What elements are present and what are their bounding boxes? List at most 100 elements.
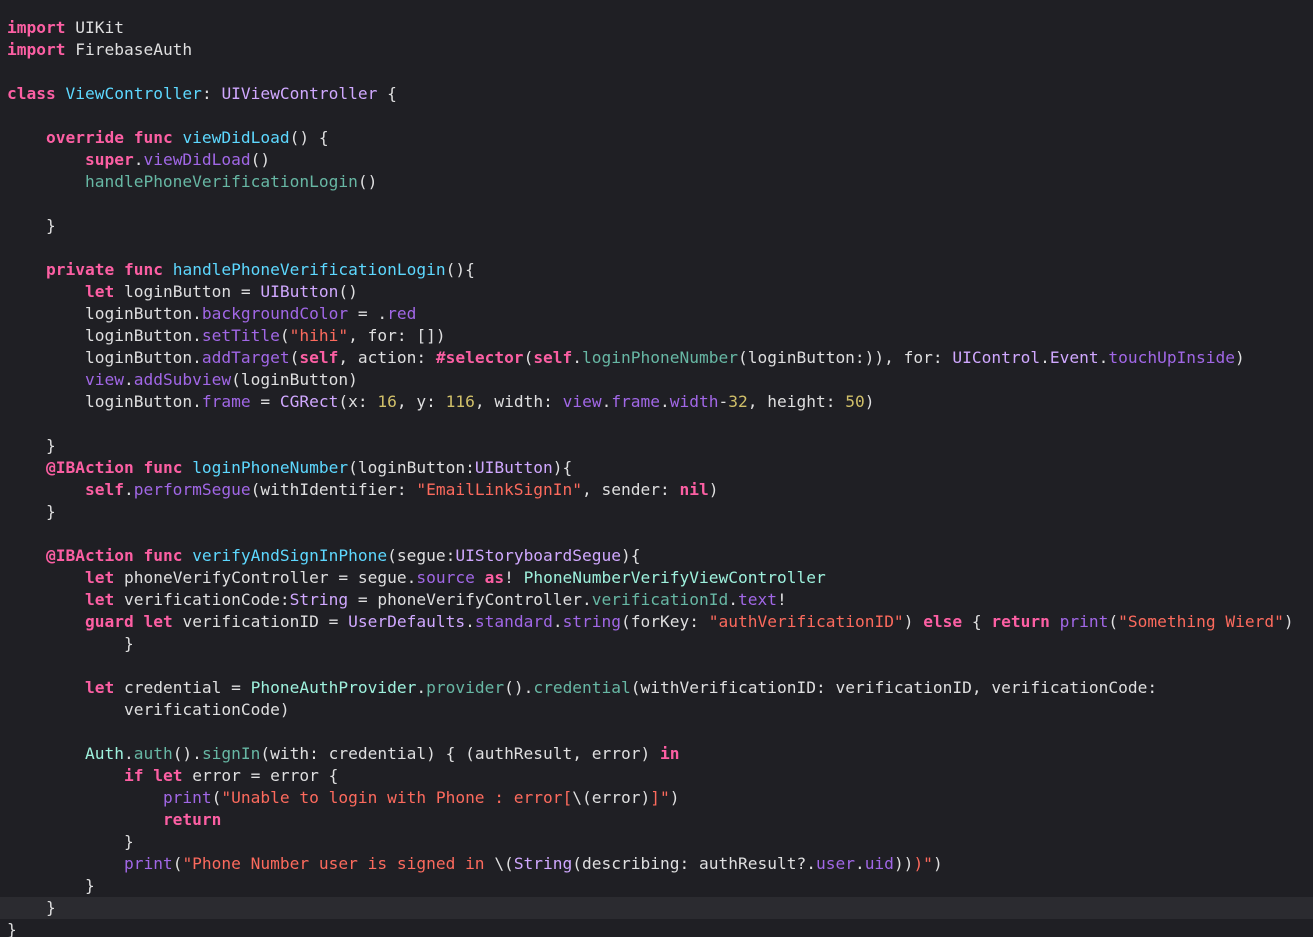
code-line[interactable]: override func viewDidLoad() { xyxy=(0,127,1313,149)
code-line[interactable]: print("Unable to login with Phone : erro… xyxy=(0,787,1313,809)
code-token-kw: let xyxy=(143,612,173,631)
code-token-plain: (withIdentifier: xyxy=(250,480,417,499)
code-token-func: addTarget xyxy=(201,348,290,367)
code-line[interactable]: loginButton.addTarget(self, action: #sel… xyxy=(0,347,1313,369)
code-line[interactable] xyxy=(0,61,1313,83)
code-line[interactable]: import UIKit xyxy=(0,17,1313,39)
code-line[interactable]: } xyxy=(0,831,1313,853)
code-token-kw: return xyxy=(991,612,1050,631)
code-token-plain: } xyxy=(7,898,56,917)
code-line[interactable]: } xyxy=(0,633,1313,655)
code-token-plain: (withVerificationID: verificationID, ver… xyxy=(630,678,1158,697)
code-token-kw: #selector xyxy=(435,348,524,367)
code-token-func: frame xyxy=(611,392,661,411)
code-line[interactable] xyxy=(0,655,1313,677)
code-token-plain: ) xyxy=(1235,348,1245,367)
code-token-kw: return xyxy=(162,810,222,829)
code-token-kw: nil xyxy=(679,480,709,499)
code-line[interactable]: loginButton.setTitle("hihi", for: []) xyxy=(0,325,1313,347)
code-line[interactable] xyxy=(0,193,1313,215)
code-line[interactable]: class ViewController: UIViewController { xyxy=(0,83,1313,105)
code-token-plain: () xyxy=(357,172,378,191)
code-token-kw: self xyxy=(533,348,573,367)
code-token-plain: () { xyxy=(289,128,329,147)
code-line[interactable]: guard let verificationID = UserDefaults.… xyxy=(0,611,1313,633)
code-line[interactable]: @IBAction func verifyAndSignInPhone(segu… xyxy=(0,545,1313,567)
code-token-kw: override xyxy=(45,128,124,147)
code-token-plain: } xyxy=(7,920,17,937)
code-token-plain: . xyxy=(123,480,134,499)
code-token-func: performSegue xyxy=(133,480,251,499)
code-token-plain: ! xyxy=(776,590,787,609)
code-token-plain: { xyxy=(962,612,992,631)
code-token-plain: - xyxy=(718,392,729,411)
code-token-plain: credential = xyxy=(114,678,251,697)
code-token-func: uid xyxy=(864,854,894,873)
code-line[interactable]: let loginButton = UIButton() xyxy=(0,281,1313,303)
code-token-func: text xyxy=(738,590,777,609)
code-token-projm: loginPhoneNumber xyxy=(582,348,738,367)
code-line[interactable]: super.viewDidLoad() xyxy=(0,149,1313,171)
code-editor[interactable]: import UIKit import FirebaseAuth class Vie… xyxy=(0,0,1313,937)
code-token-plain: } xyxy=(7,216,56,235)
code-token-plain: (describing: authResult?. xyxy=(572,854,816,873)
code-token-plain: ( xyxy=(172,854,183,873)
code-token-plain: (with: credential) { (authResult, error) xyxy=(260,744,660,763)
code-line[interactable]: loginButton.frame = CGRect(x: 16, y: 116… xyxy=(0,391,1313,413)
code-line[interactable]: print("Phone Number user is signed in \(… xyxy=(0,853,1313,875)
code-token-func: addSubview xyxy=(133,370,232,389)
code-token-plain: ( xyxy=(1108,612,1119,631)
code-line[interactable]: view.addSubview(loginButton) xyxy=(0,369,1313,391)
code-line[interactable]: } xyxy=(0,875,1313,897)
code-line[interactable] xyxy=(0,237,1313,259)
code-line[interactable] xyxy=(0,523,1313,545)
code-line[interactable]: } xyxy=(0,919,1313,937)
code-token-type: UserDefaults xyxy=(348,612,466,631)
code-line[interactable]: } xyxy=(0,215,1313,237)
code-token-plain: (forKey: xyxy=(621,612,709,631)
code-line[interactable]: private func handlePhoneVerificationLogi… xyxy=(0,259,1313,281)
code-line[interactable]: verificationCode) xyxy=(0,699,1313,721)
code-token-plain: loginButton. xyxy=(7,392,202,411)
code-token-plain: (segue: xyxy=(387,546,456,565)
code-line[interactable]: import FirebaseAuth xyxy=(0,39,1313,61)
code-line[interactable]: loginButton.backgroundColor = .red xyxy=(0,303,1313,325)
code-line[interactable]: @IBAction func loginPhoneNumber(loginBut… xyxy=(0,457,1313,479)
code-token-plain: (). xyxy=(172,744,202,763)
code-line[interactable]: } xyxy=(0,435,1313,457)
code-token-plain: . xyxy=(123,370,134,389)
code-token-func: view xyxy=(84,370,124,389)
code-line[interactable]: handlePhoneVerificationLogin() xyxy=(0,171,1313,193)
code-line[interactable] xyxy=(0,413,1313,435)
code-token-plain: } xyxy=(7,876,95,895)
code-line[interactable]: } xyxy=(0,501,1313,523)
code-line[interactable]: } xyxy=(0,897,1313,919)
code-token-plain: ){ xyxy=(552,458,573,477)
code-line[interactable]: self.performSegue(withIdentifier: "Email… xyxy=(0,479,1313,501)
code-line[interactable] xyxy=(0,105,1313,127)
code-token-plain: . xyxy=(1040,348,1050,367)
code-line[interactable]: return xyxy=(0,809,1313,831)
code-line[interactable] xyxy=(0,721,1313,743)
code-token-plain: FirebaseAuth xyxy=(65,40,193,59)
code-token-plain: (loginButton: xyxy=(348,458,475,477)
code-token-func: string xyxy=(562,612,622,631)
code-token-plain: . xyxy=(728,590,738,609)
code-line[interactable]: if let error = error { xyxy=(0,765,1313,787)
code-line[interactable]: Auth.auth().signIn(with: credential) { (… xyxy=(0,743,1313,765)
code-token-kw: func xyxy=(143,546,183,565)
code-line[interactable]: let credential = PhoneAuthProvider.provi… xyxy=(0,677,1313,699)
code-line[interactable]: let phoneVerifyController = segue.source… xyxy=(0,567,1313,589)
code-token-decl: loginPhoneNumber xyxy=(192,458,349,477)
code-line[interactable]: let verificationCode:String = phoneVerif… xyxy=(0,589,1313,611)
code-token-str: "authVerificationID" xyxy=(708,612,904,631)
code-token-plain: ( xyxy=(289,348,300,367)
